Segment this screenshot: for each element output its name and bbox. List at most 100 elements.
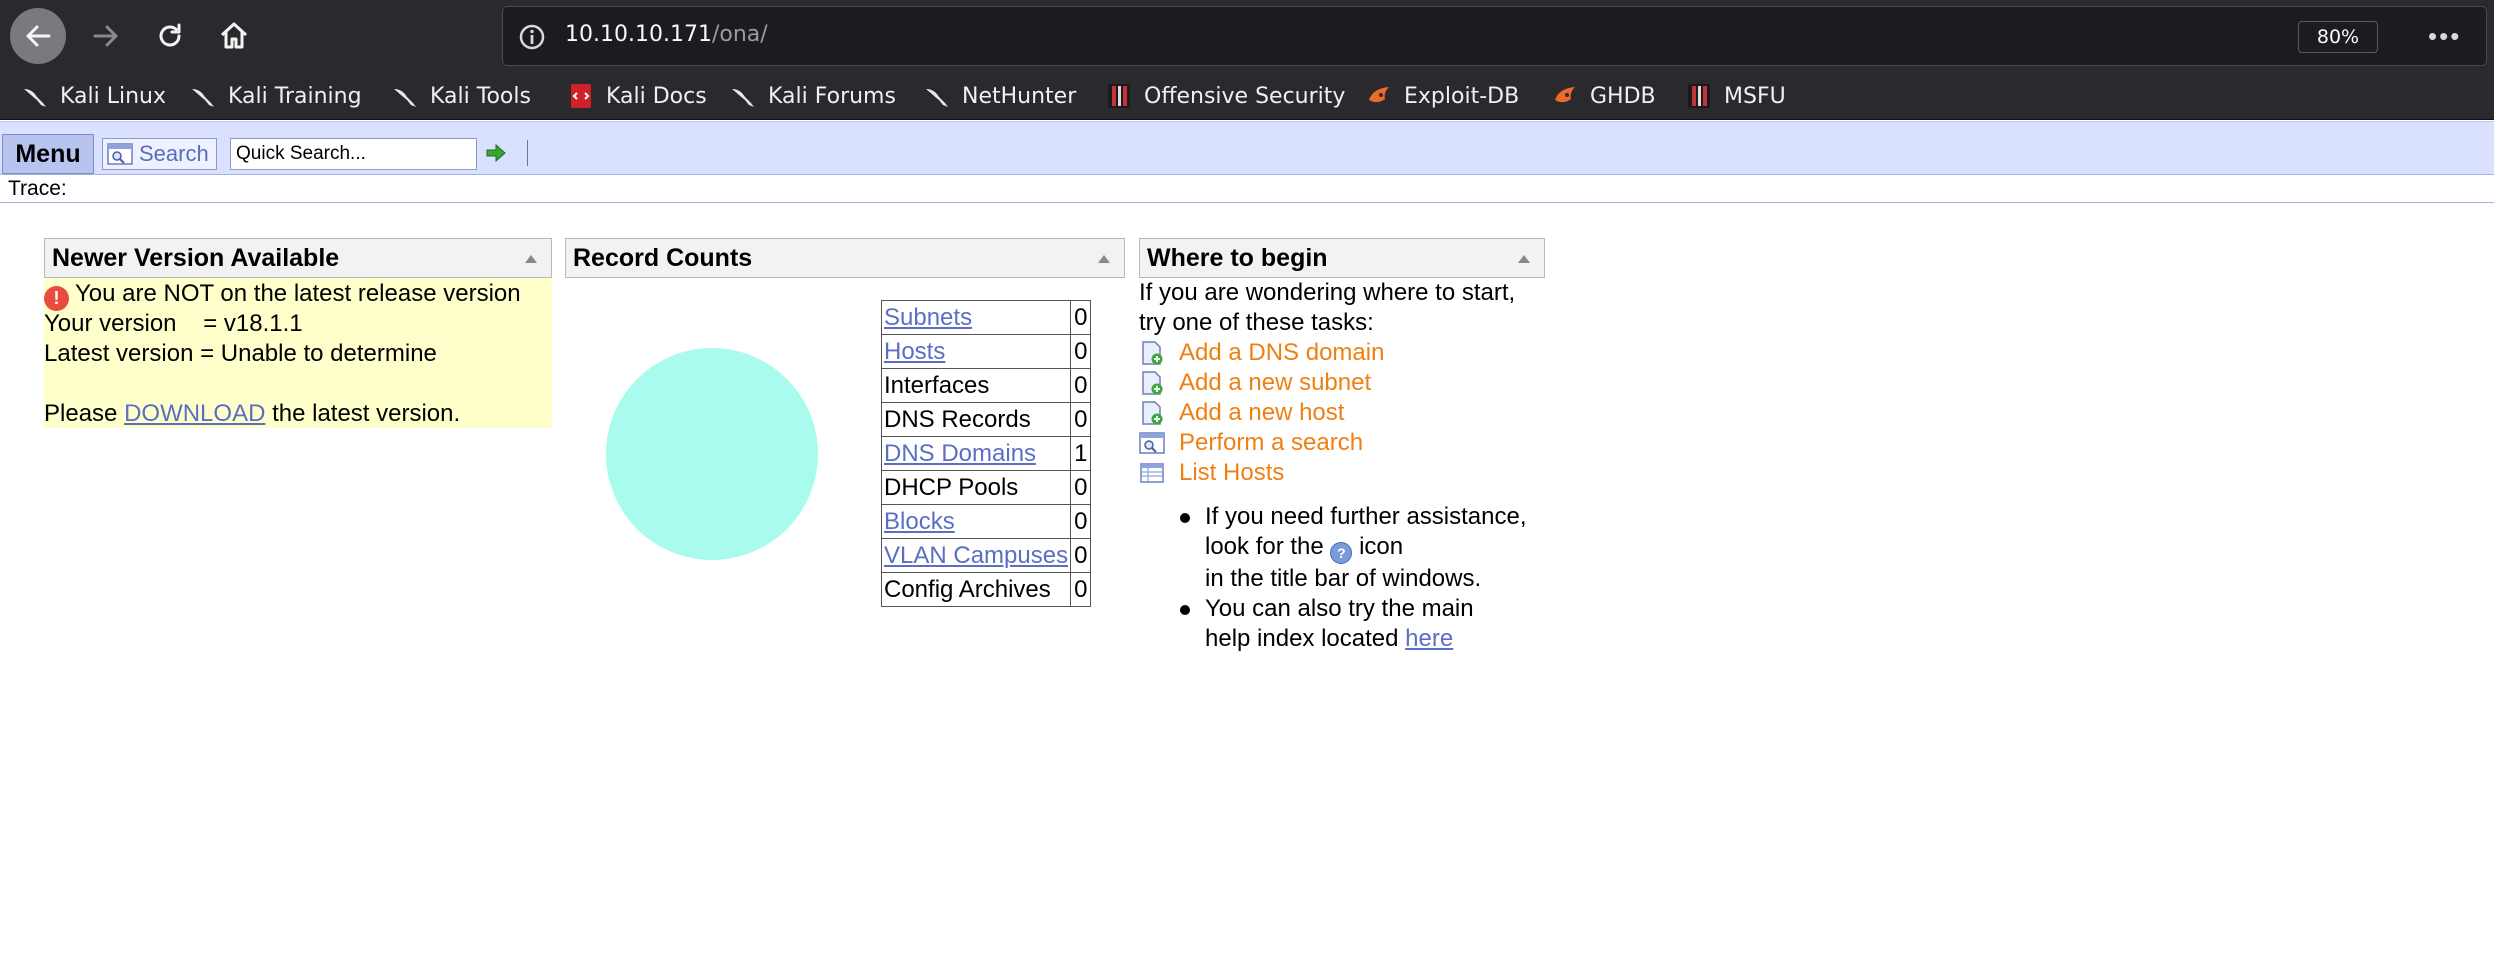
home-button[interactable] [206, 8, 262, 64]
record-type-cell[interactable]: Blocks [880, 504, 1072, 539]
menu-button[interactable]: Menu [2, 134, 94, 174]
add-page-icon [1142, 371, 1163, 395]
back-button[interactable] [10, 8, 66, 64]
record-type-link[interactable]: VLAN Campuses [884, 542, 1068, 569]
bookmark-kali-training[interactable]: Kali Training [190, 82, 362, 110]
alert-icon: ! [44, 286, 69, 311]
record-count-cell: 1 [1070, 436, 1092, 471]
search-window-icon [107, 143, 133, 165]
download-line: Please DOWNLOAD the latest version. [44, 400, 461, 427]
newer-version-body: ! You are NOT on the latest release versi… [44, 278, 552, 428]
window-title: Record Counts [573, 244, 753, 272]
info-icon[interactable] [517, 22, 547, 52]
kali-dragon-icon [926, 89, 948, 107]
table-row: DNS Records 0 [880, 402, 1092, 437]
exploit-db-icon [1555, 87, 1575, 103]
record-count-cell: 0 [1070, 504, 1092, 539]
forward-button[interactable] [78, 8, 134, 64]
collapse-arrow-icon[interactable] [1098, 255, 1110, 263]
record-type-cell[interactable]: Hosts [880, 334, 1072, 369]
bookmark-kali-linux[interactable]: Kali Linux [22, 82, 166, 110]
kali-dragon-icon [732, 89, 754, 107]
where-to-begin-title-bar[interactable]: Where to begin [1139, 238, 1545, 278]
exploit-db-icon [1369, 87, 1389, 103]
window-title: Newer Version Available [52, 244, 340, 272]
help-item-1: If you need further assistance, look for… [1180, 502, 1579, 594]
search-button-label: Search [139, 141, 209, 166]
record-type-cell: DNS Records [880, 402, 1072, 437]
newer-version-title-bar[interactable]: Newer Version Available [44, 238, 552, 278]
bookmark-msfu[interactable]: MSFU [1686, 82, 1786, 110]
bookmark-kali-docs[interactable]: Kali Docs [568, 82, 707, 110]
task-list-hosts[interactable]: List Hosts [1139, 458, 1579, 488]
bookmark-nethunter[interactable]: NetHunter [924, 82, 1076, 110]
window-title: Where to begin [1147, 244, 1328, 272]
record-counts-title-bar[interactable]: Record Counts [565, 238, 1125, 278]
reload-icon [159, 23, 181, 47]
record-count-cell: 0 [1070, 572, 1092, 607]
kali-dragon-icon [394, 89, 416, 107]
record-type-cell[interactable]: VLAN Campuses [880, 538, 1072, 573]
record-count-cell: 0 [1070, 300, 1092, 335]
record-type-label: DHCP Pools [884, 473, 1019, 501]
arrow-left-icon [26, 25, 51, 47]
reload-button[interactable] [142, 8, 198, 64]
add-page-icon [1142, 341, 1163, 365]
record-type-link[interactable]: Hosts [884, 338, 945, 365]
record-type-cell: Config Archives [880, 572, 1072, 607]
version-warning: ! You are NOT on the latest release versi… [44, 279, 552, 311]
download-link[interactable]: DOWNLOAD [124, 400, 265, 427]
table-row: DHCP Pools 0 [880, 470, 1092, 505]
record-type-link[interactable]: DNS Domains [884, 440, 1036, 467]
record-type-cell: DHCP Pools [880, 470, 1072, 505]
zoom-level-badge[interactable]: 80% [2298, 21, 2378, 53]
intro-line-1: If you are wondering where to start, [1139, 279, 1516, 306]
spacer-row [44, 369, 552, 399]
record-count-cell: 0 [1070, 538, 1092, 573]
task-add-new-subnet[interactable]: Add a new subnet [1139, 368, 1579, 398]
menu-separator [527, 140, 528, 166]
search-button[interactable]: Search [102, 138, 217, 170]
record-type-link[interactable]: Blocks [884, 508, 955, 535]
collapse-arrow-icon[interactable] [1518, 255, 1530, 263]
task-perform-search[interactable]: Perform a search [1139, 428, 1579, 458]
bookmark-offensive-security[interactable]: Offensive Security [1106, 82, 1345, 110]
offsec-icon [1688, 84, 1710, 108]
bookmark-exploit-db[interactable]: Exploit-DB [1366, 82, 1519, 110]
record-type-link[interactable]: Subnets [884, 304, 972, 331]
bookmark-kali-forums[interactable]: Kali Forums [730, 82, 896, 110]
table-row: Subnets 0 [880, 300, 1092, 335]
browser-toolbar: 10.10.10.171/ona/ 80% ••• [0, 0, 2494, 72]
kali-dragon-icon [24, 89, 46, 107]
record-type-cell[interactable]: Subnets [880, 300, 1072, 335]
url-text[interactable]: 10.10.10.171/ona/ [565, 22, 768, 47]
url-path: /ona/ [711, 22, 768, 47]
bookmark-ghdb[interactable]: GHDB [1552, 82, 1656, 110]
offsec-icon [1108, 84, 1130, 108]
help-index-link[interactable]: here [1405, 625, 1453, 652]
task-add-dns-domain[interactable]: Add a DNS domain [1139, 338, 1579, 368]
url-bar[interactable]: 10.10.10.171/ona/ 80% ••• [502, 6, 2487, 66]
intro-line-2: try one of these tasks: [1139, 309, 1374, 336]
kali-dragon-icon [192, 89, 214, 107]
where-to-begin-window: Where to begin If you are wondering wher… [1139, 238, 1545, 678]
record-count-cell: 0 [1070, 368, 1092, 403]
quick-search-input[interactable] [230, 138, 477, 170]
list-table-icon [1140, 463, 1164, 483]
trace-bar: Trace: [0, 175, 2494, 203]
table-row: Interfaces 0 [880, 368, 1092, 403]
bookmark-kali-tools[interactable]: Kali Tools [392, 82, 531, 110]
table-row: Blocks 0 [880, 504, 1092, 539]
collapse-arrow-icon[interactable] [525, 255, 537, 263]
trace-label: Trace: [8, 177, 67, 200]
record-type-cell[interactable]: DNS Domains [880, 436, 1072, 471]
task-add-new-host[interactable]: Add a new host [1139, 398, 1579, 428]
page-actions-menu-icon[interactable]: ••• [2428, 23, 2461, 49]
add-page-icon [1142, 401, 1163, 425]
help-icon: ? [1330, 542, 1353, 564]
search-window-icon [1139, 432, 1165, 454]
table-row: DNS Domains 1 [880, 436, 1092, 471]
arrow-right-icon [93, 25, 118, 47]
record-type-cell: Interfaces [880, 368, 1072, 403]
go-arrow-icon[interactable] [486, 144, 506, 162]
